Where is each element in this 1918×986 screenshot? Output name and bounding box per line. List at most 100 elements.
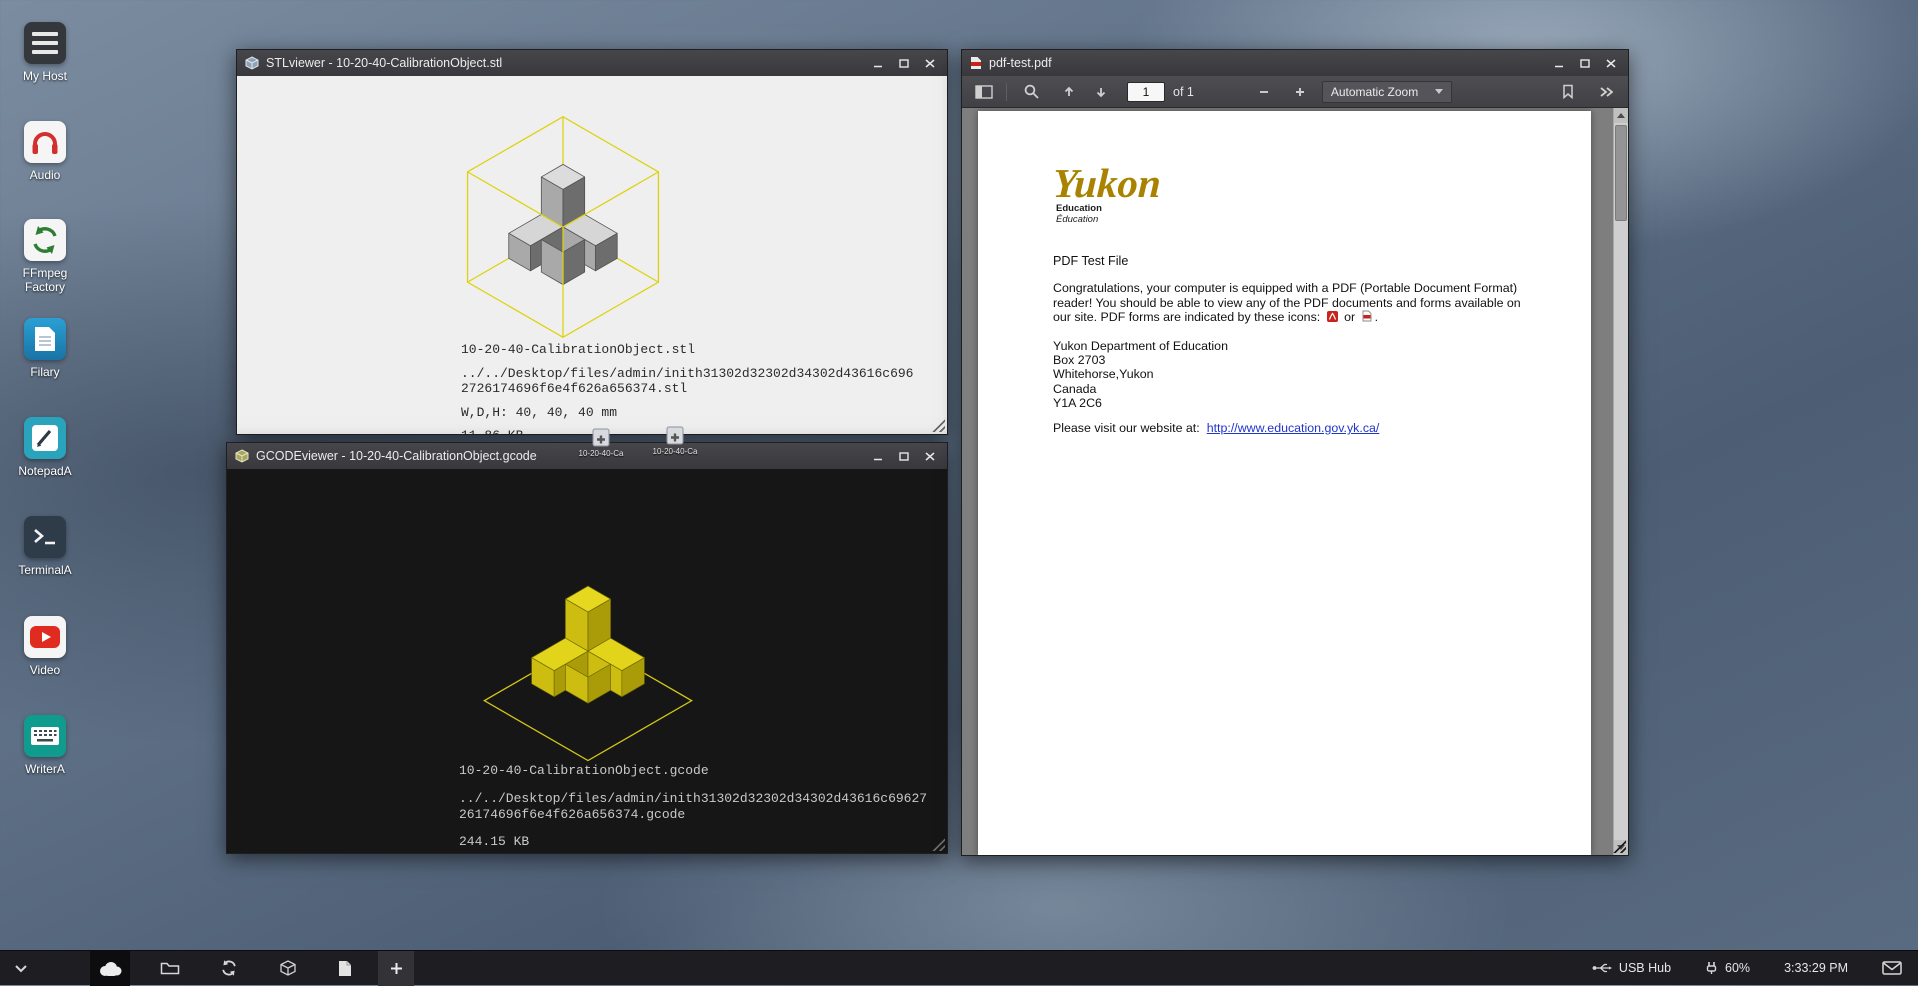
more-tools-icon[interactable]	[1594, 80, 1618, 104]
envelope-icon[interactable]	[1882, 961, 1902, 975]
page-down-icon[interactable]	[1089, 80, 1113, 104]
close-icon[interactable]	[1602, 55, 1620, 71]
desktop-icon-filary[interactable]: Filary	[6, 318, 84, 379]
desktop-icon-my-host[interactable]: My Host	[6, 22, 84, 83]
body-line: Congratulations, your computer is equipp…	[1053, 281, 1521, 296]
chevron-down-icon[interactable]	[14, 951, 28, 986]
folder-icon[interactable]	[160, 951, 180, 986]
desktop-icon-ffmpeg-factory[interactable]: FFmpeg Factory	[6, 219, 84, 294]
stl-window-title: STLviewer - 10-20-40-CalibrationObject.s…	[266, 56, 502, 70]
desktop-icon-label: Audio	[6, 168, 84, 182]
visit-line: Please visit our website at: http://www.e…	[1053, 421, 1379, 435]
desktop-icon-label: TerminalA	[6, 563, 84, 577]
desktop-file-stl[interactable]: 10-20-40-Ca	[572, 428, 630, 458]
terminal-icon	[24, 516, 66, 558]
gcode-filename: 10-20-40-CalibrationObject.gcode	[459, 763, 927, 779]
address-line: Y1A 2C6	[1053, 396, 1228, 410]
stl-filename: 10-20-40-CalibrationObject.stl	[461, 342, 913, 357]
desktop-file-gcode[interactable]: 10-20-40-Ca	[646, 426, 704, 456]
resize-grip[interactable]	[930, 836, 945, 851]
desktop-icon-terminala[interactable]: TerminalA	[6, 516, 84, 577]
minimize-icon[interactable]	[869, 55, 887, 71]
desktop-background: { "colors": { "wireframe_yellow": "#ddd2…	[0, 0, 1918, 985]
scrollbar-thumb[interactable]	[1615, 125, 1627, 221]
pdf-document-icon[interactable]	[338, 951, 352, 986]
stl-viewer-window: STLviewer - 10-20-40-CalibrationObject.s…	[236, 49, 948, 435]
yukon-wordmark: Yukon	[1052, 163, 1162, 203]
stl-app-icon	[245, 56, 259, 70]
gcode-filepath-line1: ../../Desktop/files/admin/inith31302d323…	[459, 791, 927, 807]
desktop-icon-writera[interactable]: WriterA	[6, 715, 84, 776]
pdf-content-area: Yukon Education Éducation PDF Test File …	[962, 108, 1628, 855]
address-line: Yukon Department of Education	[1053, 339, 1228, 353]
bookmark-icon[interactable]	[1556, 80, 1580, 104]
resize-grip[interactable]	[930, 417, 945, 432]
host-icon	[24, 22, 66, 64]
page-number-input[interactable]	[1127, 82, 1165, 102]
file-label: 10-20-40-Ca	[572, 449, 630, 458]
address-line: Whitehorse,Yukon	[1053, 367, 1228, 381]
stl-model-render	[459, 108, 667, 346]
address-block: Yukon Department of Education Box 2703 W…	[1053, 339, 1228, 410]
plus-icon[interactable]	[378, 951, 414, 986]
pdf-toolbar: of 1 Automatic Zoom	[962, 76, 1628, 108]
sidebar-toggle-icon[interactable]	[972, 80, 996, 104]
address-line: Box 2703	[1053, 353, 1228, 367]
cube-icon[interactable]	[280, 951, 296, 986]
body-line-end: .	[1375, 310, 1378, 324]
gcode-viewer-window: GCODEviewer - 10-20-40-CalibrationObject…	[226, 442, 948, 854]
desktop-icon-label: NotepadA	[6, 464, 84, 478]
maximize-icon[interactable]	[1576, 55, 1594, 71]
close-icon[interactable]	[921, 55, 939, 71]
pdf-form-icon	[1362, 310, 1372, 322]
website-link[interactable]: http://www.education.gov.yk.ca/	[1207, 421, 1380, 435]
zoom-out-icon[interactable]	[1252, 80, 1276, 104]
desktop-icon-label: WriterA	[6, 762, 84, 776]
cloud-icon[interactable]	[90, 951, 130, 986]
battery-level: 60%	[1725, 961, 1750, 975]
gcode-app-icon	[235, 449, 249, 463]
file-icon	[665, 426, 685, 446]
document-heading: PDF Test File	[1053, 254, 1128, 268]
pdf-viewer-window: pdf-test.pdf of 1 Automatic Zoom	[961, 49, 1629, 856]
gcode-3d-viewport[interactable]: 10-20-40-CalibrationObject.gcode ../../D…	[227, 469, 947, 853]
maximize-icon[interactable]	[895, 448, 913, 464]
stl-3d-viewport[interactable]: 10-20-40-CalibrationObject.stl ../../Des…	[237, 76, 947, 434]
close-icon[interactable]	[921, 448, 939, 464]
minimize-icon[interactable]	[869, 448, 887, 464]
notepad-icon	[24, 417, 66, 459]
stl-window-titlebar[interactable]: STLviewer - 10-20-40-CalibrationObject.s…	[237, 50, 947, 76]
search-icon[interactable]	[1019, 80, 1043, 104]
usb-icon	[1592, 962, 1612, 974]
refresh-icon[interactable]	[220, 951, 238, 986]
ffmpeg-icon	[24, 219, 66, 261]
pdf-window-titlebar[interactable]: pdf-test.pdf	[962, 50, 1628, 76]
writer-icon	[24, 715, 66, 757]
pdf-scrollbar[interactable]	[1613, 108, 1628, 855]
desktop-icon-video[interactable]: Video	[6, 616, 84, 677]
body-line: our site. PDF forms are indicated by the…	[1053, 310, 1521, 325]
usb-tray-item[interactable]: USB Hub	[1592, 961, 1671, 975]
desktop-icon-audio[interactable]: Audio	[6, 121, 84, 182]
usb-label: USB Hub	[1619, 961, 1671, 975]
minimize-icon[interactable]	[1550, 55, 1568, 71]
battery-tray-item[interactable]: 60%	[1705, 961, 1750, 975]
taskbar: USB Hub 60% 3:33:29 PM	[0, 950, 1918, 985]
gcode-file-info: 10-20-40-CalibrationObject.gcode ../../D…	[459, 763, 927, 850]
logo-subtitle-fr: Éducation	[1056, 214, 1161, 225]
zoom-in-icon[interactable]	[1288, 80, 1312, 104]
toolbar-separator	[1006, 83, 1007, 101]
maximize-icon[interactable]	[895, 55, 913, 71]
desktop-icon-notepada[interactable]: NotepadA	[6, 417, 84, 478]
video-icon	[24, 616, 66, 658]
zoom-select[interactable]: Automatic Zoom	[1322, 81, 1452, 103]
stl-filepath-line2: 2726174696f6e4f626a656374.stl	[461, 381, 913, 396]
body-line-text: our site. PDF forms are indicated by the…	[1053, 310, 1320, 324]
address-line: Canada	[1053, 382, 1228, 396]
visit-label: Please visit our website at:	[1053, 421, 1200, 435]
page-up-icon[interactable]	[1057, 80, 1081, 104]
clock: 3:33:29 PM	[1784, 961, 1848, 975]
pdf-page: Yukon Education Éducation PDF Test File …	[978, 111, 1591, 855]
gcode-model-render	[476, 573, 700, 771]
scroll-up-icon[interactable]	[1614, 108, 1628, 123]
